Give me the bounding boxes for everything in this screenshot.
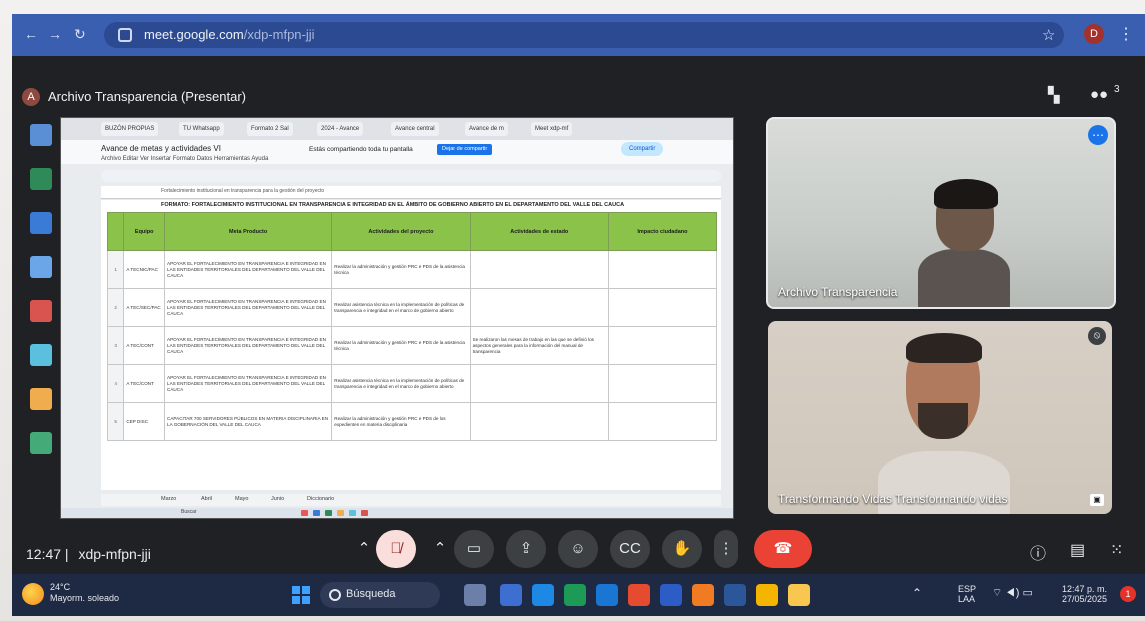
profile-avatar[interactable]: D: [1084, 24, 1104, 44]
shared-tab: Formato 2 Sal: [247, 122, 293, 136]
sheet-grid: FORMATO: FORTALECIMIENTO INSTITUCIONAL E…: [101, 200, 721, 490]
presenter-avatar: A: [22, 88, 40, 106]
audio-options-icon[interactable]: ⌃: [356, 530, 372, 568]
excel-icon[interactable]: [564, 584, 586, 606]
raise-hand-button[interactable]: ✋: [662, 530, 702, 568]
video-options-icon[interactable]: ⌃: [432, 530, 448, 568]
present-button[interactable]: ⇪: [506, 530, 546, 568]
shared-windows-taskbar: Buscar: [61, 508, 733, 518]
meet-app-icon[interactable]: [532, 584, 554, 606]
sheet-tab: Mayo: [235, 496, 249, 502]
network-volume-icons[interactable]: ⌔ ◀) ▭: [992, 588, 1033, 599]
explorer-icon[interactable]: [500, 584, 522, 606]
activities-table: Equipo Meta Producto Actividades del pro…: [106, 212, 718, 441]
shared-tabstrip: BUZÓN PROPIAS TU Whatsapp Formato 2 Sal …: [61, 118, 733, 140]
folder-icon[interactable]: [788, 584, 810, 606]
layout-icon[interactable]: ▚: [1048, 86, 1060, 104]
col-header: Actividades de estado: [469, 212, 609, 251]
shared-tab: Avance central: [391, 122, 439, 136]
sheet-tab: Abril: [201, 496, 213, 502]
more-options-icon[interactable]: ⋯: [1088, 125, 1108, 145]
camera-button[interactable]: ▭: [454, 530, 494, 568]
table-row: 4A TEC/CONT APOYAR EL FORTALECIMIENTO EN …: [106, 364, 718, 403]
col-header: Equipo: [123, 212, 166, 251]
participant-count: 3: [1114, 84, 1120, 95]
sheet-share-button: Compartir: [621, 142, 664, 156]
reload-icon[interactable]: ↻: [74, 26, 86, 43]
back-icon[interactable]: ←: [24, 26, 38, 42]
sheet-tab: Marzo: [161, 496, 177, 502]
participant-video: [878, 333, 1010, 514]
participant-name: Transformando Vidas Transformando vidas: [778, 492, 1008, 506]
formula-bar: Fortalecimiento institucional en transpa…: [101, 186, 721, 199]
shared-tab: Avance de m: [465, 122, 508, 136]
meeting-code: xdp-mfpn-jji: [78, 546, 151, 562]
participant-tile[interactable]: ⋯ Archivo Transparencia: [766, 117, 1116, 309]
sheet-tab: Diccionario: [307, 496, 335, 502]
shared-tab: BUZÓN PROPIAS: [101, 122, 159, 136]
firefox-icon[interactable]: [692, 584, 714, 606]
sheet-toolbar: [101, 170, 721, 182]
bookmark-star-icon[interactable]: ☆: [1042, 26, 1055, 44]
table-row: 2A TEC/SEC/PAC APOYAR EL FORTALECIMIENTO …: [106, 288, 718, 327]
taskbar-clock[interactable]: 12:47 p. m. 27/05/2025: [1062, 584, 1107, 604]
end-call-button[interactable]: ☎: [754, 530, 812, 568]
shared-tab: TU Whatsapp: [179, 122, 224, 136]
taskbar-search[interactable]: Búsqueda: [320, 582, 440, 608]
browser-menu-icon[interactable]: ⋮: [1118, 24, 1134, 44]
address-text: meet.google.com/xdp-mfpn-jji: [144, 27, 315, 42]
app-icon[interactable]: [628, 584, 650, 606]
windows-start-icon[interactable]: [292, 586, 310, 604]
shared-screen: BUZÓN PROPIAS TU Whatsapp Formato 2 Sal …: [60, 117, 734, 519]
store-icon[interactable]: [660, 584, 682, 606]
emoji-button[interactable]: ☺: [558, 530, 598, 568]
forward-icon[interactable]: →: [48, 26, 62, 42]
col-header: Impacto ciudadano: [607, 212, 718, 251]
stop-sharing-button: Dejar de compartir: [437, 144, 493, 155]
language-indicator[interactable]: ESP LAA: [958, 584, 976, 604]
shared-tab: Meet xdp-mf: [531, 122, 573, 136]
chat-icon[interactable]: ▤: [1070, 540, 1085, 560]
widgets-icon[interactable]: [464, 584, 486, 606]
shared-tab: 2024 - Avance: [317, 122, 364, 136]
info-icon[interactable]: ⓘ: [1030, 540, 1046, 564]
table-row: 1A TECNIC/PAC APOYAR EL FORTALECIMIENTO E…: [106, 250, 718, 289]
chrome-icon[interactable]: [756, 584, 778, 606]
meeting-clock: 12:47 | xdp-mfpn-jji: [26, 546, 151, 562]
table-row: 3A TEC/CONT APOYAR EL FORTALECIMIENTO EN …: [106, 326, 718, 365]
pip-icon[interactable]: ▣: [1090, 494, 1104, 506]
sheet-tabs: Marzo Abril Mayo Junio Diccionario: [101, 494, 721, 506]
sheet-doc-title: Avance de metas y actividades VI: [101, 144, 221, 153]
activities-icon[interactable]: ⁙: [1110, 540, 1123, 560]
address-bar[interactable]: meet.google.com/xdp-mfpn-jji: [104, 22, 1064, 48]
site-info-icon[interactable]: [118, 28, 132, 42]
weather-icon[interactable]: [22, 583, 44, 605]
notification-badge[interactable]: 1: [1120, 586, 1136, 602]
people-icon[interactable]: ●●: [1090, 86, 1108, 103]
word-icon[interactable]: [724, 584, 746, 606]
search-icon: [329, 589, 341, 601]
sheet-grid-title: FORMATO: FORTALECIMIENTO INSTITUCIONAL E…: [161, 202, 625, 208]
sheet-tab: Junio: [271, 496, 285, 502]
col-header: Actividades del proyecto: [331, 212, 471, 251]
windows-taskbar: 24°C Mayorm. soleado Búsqueda ⌃ ESP LAA ⌔ …: [12, 574, 1145, 616]
participant-name: Archivo Transparencia: [778, 285, 898, 299]
sheet-menu: Archivo Editar Ver Insertar Formato Dato…: [101, 156, 269, 162]
presenter-title: Archivo Transparencia (Presentar): [48, 89, 246, 104]
microphone-off-button[interactable]: 🎙̸: [376, 530, 416, 568]
table-row: 5 CEP DISC CAPACITAR 700 SERVIDORES PÚBLIC…: [106, 402, 718, 441]
participant-tile[interactable]: ⦸ Transformando Vidas Transformando vida…: [768, 321, 1112, 514]
participant-video: [918, 179, 1010, 307]
muted-mic-icon: ⦸: [1088, 327, 1106, 345]
tray-chevron-icon[interactable]: ⌃: [912, 587, 922, 599]
browser-toolbar: ← → ↻ meet.google.com/xdp-mfpn-jji ☆ D ⋮: [12, 14, 1145, 56]
col-header: Meta Producto: [164, 212, 333, 251]
monitor-screen: ← → ↻ meet.google.com/xdp-mfpn-jji ☆ D ⋮…: [12, 14, 1145, 616]
edge-icon[interactable]: [596, 584, 618, 606]
desktop-icons: [28, 124, 58, 494]
captions-button[interactable]: CC: [610, 530, 650, 568]
weather-text: 24°C Mayorm. soleado: [50, 582, 120, 603]
more-options-button[interactable]: ⋮: [714, 530, 738, 568]
sharing-banner: Estás compartiendo toda tu pantalla: [309, 146, 413, 153]
